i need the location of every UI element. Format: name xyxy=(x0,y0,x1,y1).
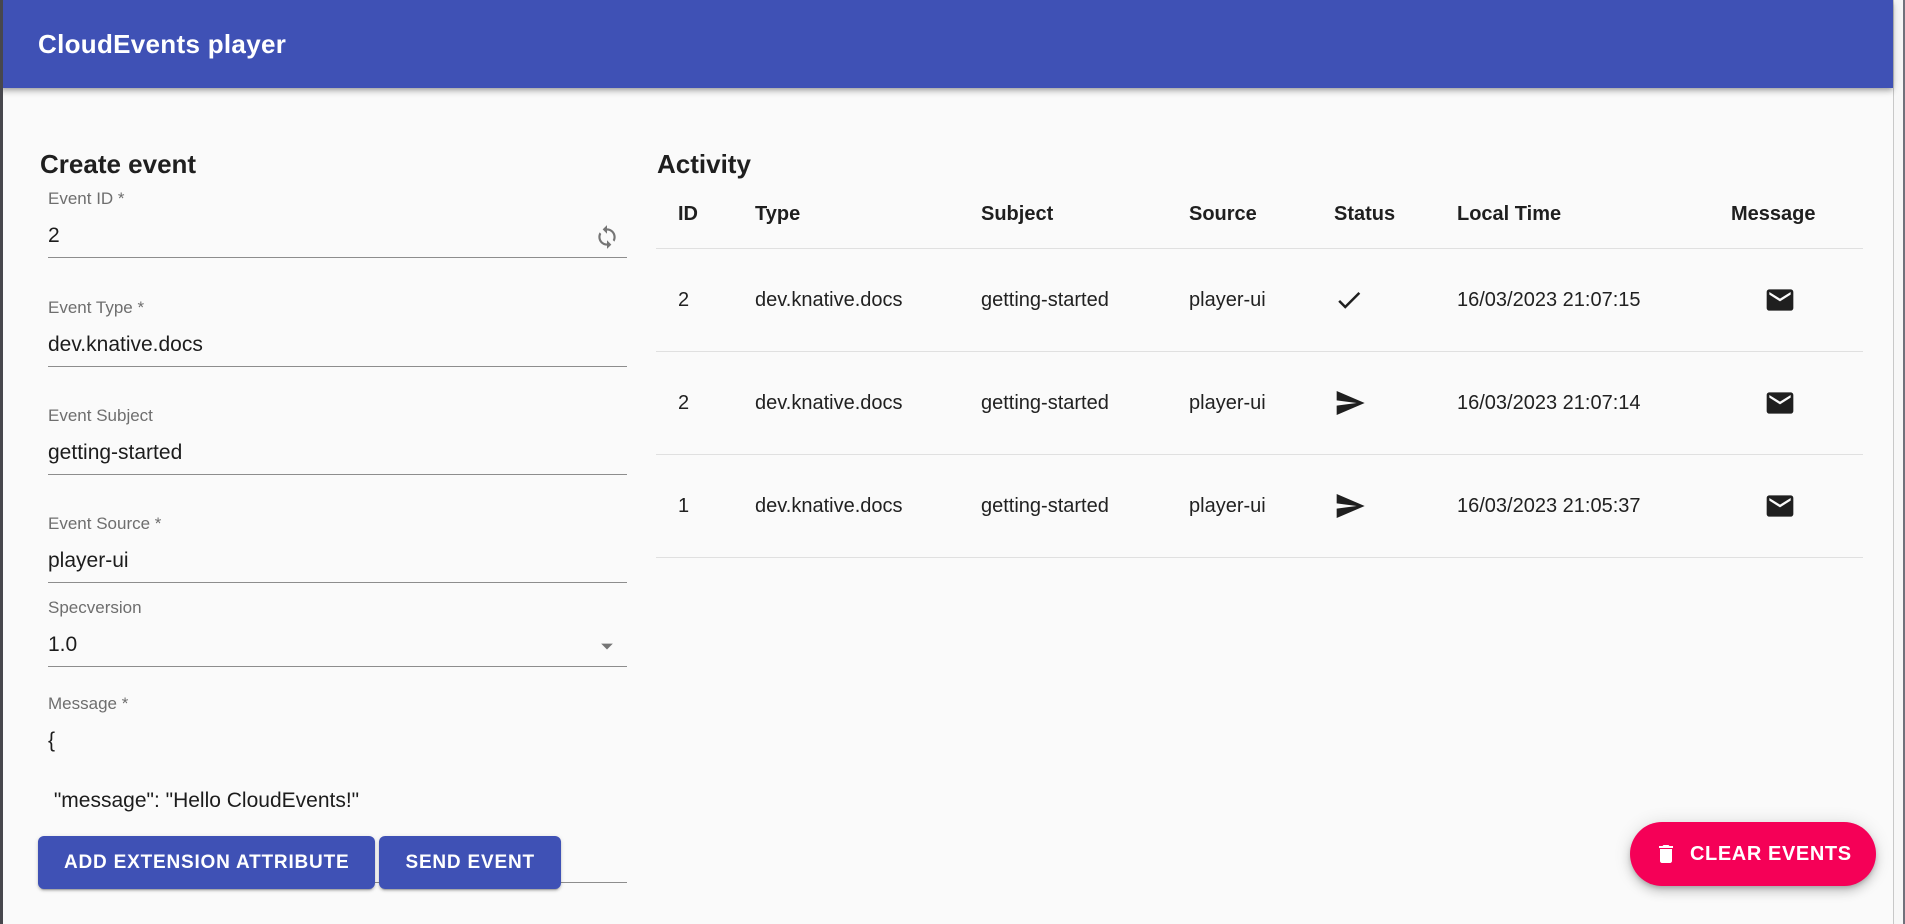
col-header-source: Source xyxy=(1189,203,1334,226)
event-id-input[interactable]: 2 xyxy=(48,223,627,258)
cell-id: 2 xyxy=(678,392,755,415)
activity-heading: Activity xyxy=(657,149,751,180)
cell-id: 1 xyxy=(678,495,755,518)
activity-table-header: ID Type Subject Source Status Local Time… xyxy=(656,180,1863,249)
specversion-field[interactable]: Specversion 1.0 xyxy=(48,598,627,667)
event-type-field[interactable]: Event Type * dev.knative.docs xyxy=(48,298,627,367)
clear-events-button[interactable]: CLEAR EVENTS xyxy=(1630,822,1876,886)
delete-icon xyxy=(1654,842,1678,866)
form-actions: ADD EXTENSION ATTRIBUTE SEND EVENT xyxy=(38,836,561,889)
table-row: 1 dev.knative.docs getting-started playe… xyxy=(656,455,1863,558)
cell-type: dev.knative.docs xyxy=(755,495,981,518)
specversion-label: Specversion xyxy=(48,598,627,618)
sync-icon[interactable] xyxy=(594,224,620,250)
cell-type: dev.knative.docs xyxy=(755,392,981,415)
event-type-input[interactable]: dev.knative.docs xyxy=(48,332,627,367)
col-header-message: Message xyxy=(1731,203,1863,226)
col-header-id: ID xyxy=(678,203,755,226)
event-type-label: Event Type * xyxy=(48,298,627,318)
event-subject-input[interactable]: getting-started xyxy=(48,440,627,475)
check-icon xyxy=(1334,285,1457,315)
app-title: CloudEvents player xyxy=(38,29,286,60)
event-source-field[interactable]: Event Source * player-ui xyxy=(48,514,627,583)
col-header-status: Status xyxy=(1334,203,1457,226)
add-extension-attribute-button[interactable]: ADD EXTENSION ATTRIBUTE xyxy=(38,836,375,889)
event-subject-label: Event Subject xyxy=(48,406,627,426)
app-bar: CloudEvents player xyxy=(0,0,1893,88)
cell-id: 2 xyxy=(678,289,755,312)
col-header-subject: Subject xyxy=(981,203,1189,226)
clear-events-label: CLEAR EVENTS xyxy=(1690,843,1852,866)
message-line: { xyxy=(48,729,55,752)
event-id-label: Event ID * xyxy=(48,189,627,209)
mail-icon[interactable] xyxy=(1731,284,1863,316)
event-source-label: Event Source * xyxy=(48,514,627,534)
create-event-heading: Create event xyxy=(40,149,196,180)
cell-subject: getting-started xyxy=(981,289,1189,312)
cell-source: player-ui xyxy=(1189,392,1334,415)
dropdown-arrow-icon[interactable] xyxy=(593,632,621,660)
activity-table: ID Type Subject Source Status Local Time… xyxy=(656,180,1863,558)
cell-source: player-ui xyxy=(1189,495,1334,518)
col-header-local-time: Local Time xyxy=(1457,203,1731,226)
message-label: Message * xyxy=(48,694,627,714)
table-row: 2 dev.knative.docs getting-started playe… xyxy=(656,249,1863,352)
cell-source: player-ui xyxy=(1189,289,1334,312)
cell-local-time: 16/03/2023 21:05:37 xyxy=(1457,495,1731,518)
send-icon xyxy=(1334,490,1457,522)
table-row: 2 dev.knative.docs getting-started playe… xyxy=(656,352,1863,455)
event-source-input[interactable]: player-ui xyxy=(48,548,627,583)
send-icon xyxy=(1334,387,1457,419)
cell-local-time: 16/03/2023 21:07:14 xyxy=(1457,392,1731,415)
window-left-edge xyxy=(0,0,3,924)
mail-icon[interactable] xyxy=(1731,490,1863,522)
col-header-type: Type xyxy=(755,203,981,226)
send-event-button[interactable]: SEND EVENT xyxy=(379,836,560,889)
specversion-select[interactable]: 1.0 xyxy=(48,632,627,667)
cell-subject: getting-started xyxy=(981,495,1189,518)
cell-subject: getting-started xyxy=(981,392,1189,415)
event-subject-field[interactable]: Event Subject getting-started xyxy=(48,406,627,475)
message-line: "message": "Hello CloudEvents!" xyxy=(48,789,359,812)
event-id-field[interactable]: Event ID * 2 xyxy=(48,189,627,258)
cloudevents-player-window: CloudEvents player Create event Activity… xyxy=(0,0,1905,924)
mail-icon[interactable] xyxy=(1731,387,1863,419)
cell-type: dev.knative.docs xyxy=(755,289,981,312)
cell-local-time: 16/03/2023 21:07:15 xyxy=(1457,289,1731,312)
